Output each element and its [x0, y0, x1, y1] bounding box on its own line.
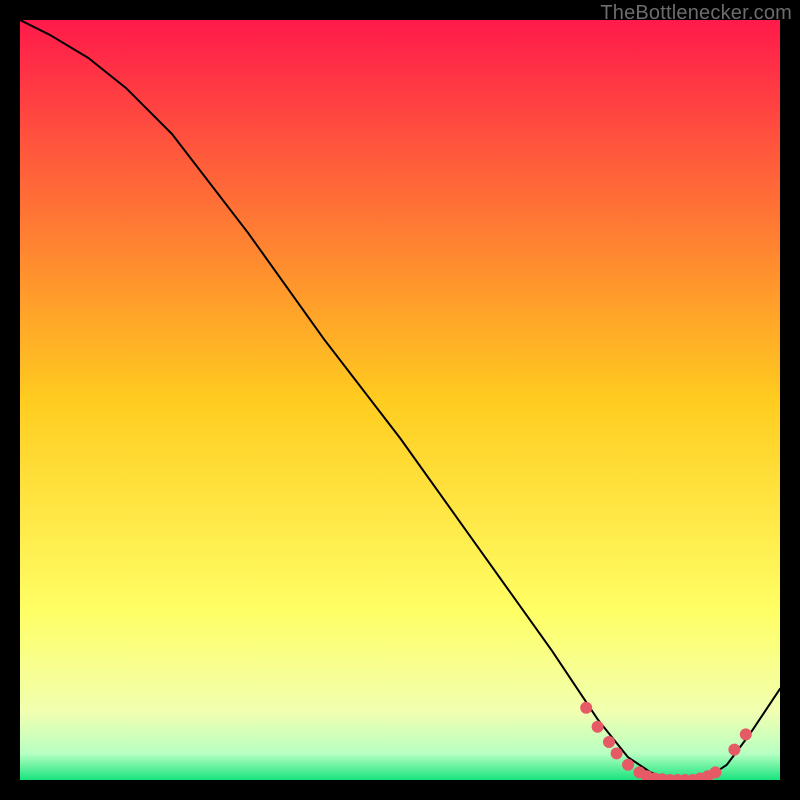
plot-area	[20, 20, 780, 780]
chart-frame: TheBottlenecker.com	[0, 0, 800, 800]
curve-marker	[592, 721, 604, 733]
curve-marker	[740, 728, 752, 740]
chart-svg	[20, 20, 780, 780]
curve-marker	[709, 766, 721, 778]
curve-marker	[580, 702, 592, 714]
curve-marker	[728, 744, 740, 756]
chart-background	[20, 20, 780, 780]
curve-marker	[622, 759, 634, 771]
curve-marker	[611, 747, 623, 759]
curve-marker	[603, 736, 615, 748]
